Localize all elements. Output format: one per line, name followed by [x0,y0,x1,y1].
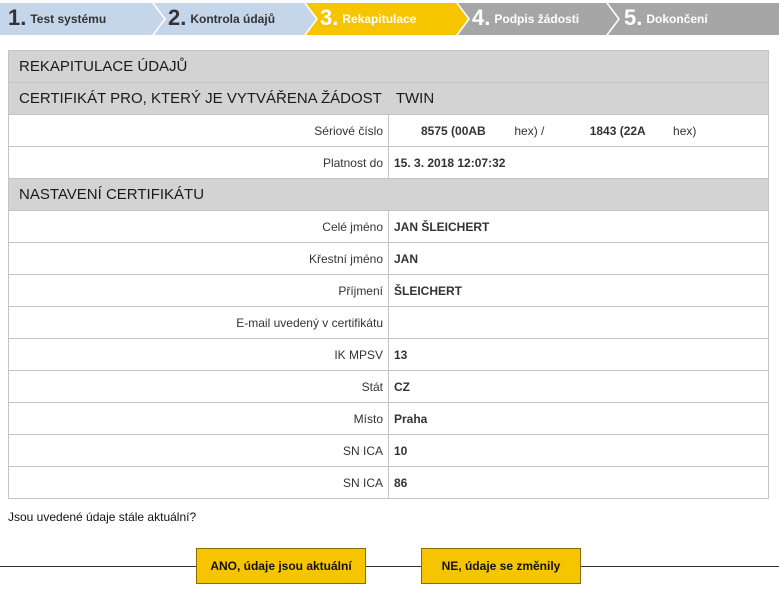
step-number: 2. [168,5,187,30]
step-label: Kontrola údajů [190,12,276,26]
field-row-full-name: Celé jméno JAN ŠLEICHERT [8,210,769,243]
field-label: Křestní jméno [8,242,389,275]
field-value: JAN ŠLEICHERT [388,210,769,243]
step-label: Dokončení [646,12,708,26]
settings-header: NASTAVENÍ CERTIFIKÁTU [8,178,769,211]
confirmation-question: Jsou uvedené údaje stále aktuální? [8,510,197,524]
serial-hex-2: hex) [673,123,697,138]
wizard-steps: 1. Test systému 2. Kontrola údajů 3. Rek… [0,0,779,36]
field-row-surname: Příjmení ŠLEICHERT [8,274,769,307]
field-value: ŠLEICHERT [388,274,769,307]
summary-table: REKAPITULACE ÚDAJŮ CERTIFIKÁT PRO, KTERÝ… [8,50,769,499]
field-row-country: Stát CZ [8,370,769,403]
field-row-ik-mpsv: IK MPSV 13 [8,338,769,371]
summary-title: REKAPITULACE ÚDAJŮ [8,50,769,83]
certificate-header-row: CERTIFIKÁT PRO, KTERÝ JE VYTVÁŘENA ŽÁDOS… [8,82,769,115]
data-changed-button[interactable]: NE, údaje se změnily [421,548,581,584]
summary-title-row: REKAPITULACE ÚDAJŮ [8,50,769,83]
field-value: 10 [388,434,769,467]
validity-value: 15. 3. 2018 12:07:32 [388,146,769,179]
wizard-step-4: 4. Podpis žádosti [472,4,579,32]
field-label: Stát [8,370,389,403]
field-row-sn-ica-1: SN ICA 10 [8,434,769,467]
step-label: Test systému [30,12,107,26]
field-label: IK MPSV [8,338,389,371]
field-row-place: Místo Praha [8,402,769,435]
step-number: 4. [472,5,491,30]
field-label: SN ICA [8,434,389,467]
serial-label: Sériové číslo [8,114,389,147]
footer-divider [0,566,779,567]
settings-header-row: NASTAVENÍ CERTIFIKÁTU [8,178,769,211]
wizard-step-2: 2. Kontrola údajů [168,4,275,32]
certificate-header-text: CERTIFIKÁT PRO, KTERÝ JE VYTVÁŘENA ŽÁDOS… [19,90,382,107]
serial-dec-1: 8575 (00AB [421,123,486,138]
serial-row: Sériové číslo 8575 (00AB hex) / 1843 (22… [8,114,769,147]
field-row-email: E-mail uvedený v certifikátu [8,306,769,339]
field-row-first-name: Křestní jméno JAN [8,242,769,275]
step-label: Rekapitulace [342,12,417,26]
certificate-name: TWIN [395,90,435,107]
field-value [388,306,769,339]
field-value: Praha [388,402,769,435]
serial-value: 8575 (00AB hex) / 1843 (22A hex) [388,114,769,147]
field-label: Místo [8,402,389,435]
serial-hex-1: hex) / [514,123,545,138]
field-value: JAN [388,242,769,275]
certificate-header: CERTIFIKÁT PRO, KTERÝ JE VYTVÁŘENA ŽÁDOS… [8,82,769,115]
serial-dec-2: 1843 (22A [589,123,646,138]
step-number: 3. [320,5,339,30]
confirm-data-current-button[interactable]: ANO, údaje jsou aktuální [196,548,366,584]
wizard-step-3: 3. Rekapitulace [320,4,416,32]
field-label: Příjmení [8,274,389,307]
field-label: SN ICA [8,466,389,499]
wizard-step-1: 1. Test systému [8,4,106,32]
step-number: 1. [8,5,27,30]
validity-label: Platnost do [8,146,389,179]
field-value: CZ [388,370,769,403]
field-value: 13 [388,338,769,371]
field-value: 86 [388,466,769,499]
step-number: 5. [624,5,643,30]
field-label: E-mail uvedený v certifikátu [8,306,389,339]
validity-row: Platnost do 15. 3. 2018 12:07:32 [8,146,769,179]
field-label: Celé jméno [8,210,389,243]
step-label: Podpis žádosti [494,12,580,26]
wizard-step-5: 5. Dokončení [624,4,708,32]
field-row-sn-ica-2: SN ICA 86 [8,466,769,499]
